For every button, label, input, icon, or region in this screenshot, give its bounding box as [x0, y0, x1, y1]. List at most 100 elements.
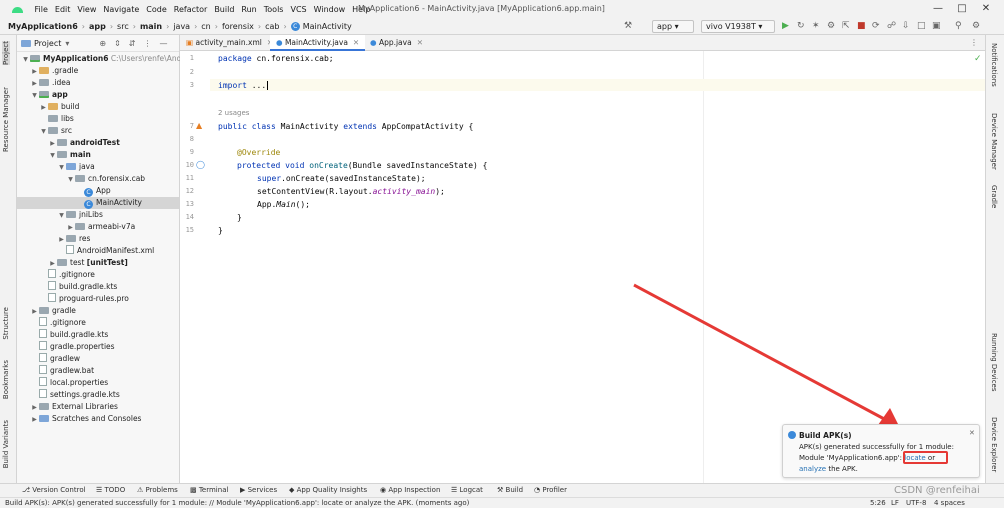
breadcrumb-item[interactable]: app	[89, 22, 106, 31]
tree-item[interactable]: gradlew	[17, 353, 179, 365]
chevron-down-icon[interactable]: ▾	[65, 39, 69, 48]
close-tab-icon[interactable]: ✕	[417, 38, 423, 47]
sync-icon[interactable]: ⟳	[872, 21, 880, 32]
usages-hint[interactable]: 2 usages	[218, 109, 249, 117]
tree-item-root[interactable]: ▼ MyApplication6 C:\Users\renfe\Andro	[17, 53, 189, 65]
breadcrumb-item[interactable]: cn	[201, 22, 210, 31]
tree-item-selected[interactable]: C MainActivity	[17, 197, 179, 209]
analyze-link[interactable]: analyze	[799, 465, 826, 473]
breadcrumb-item[interactable]: src	[117, 22, 129, 31]
debug-icon[interactable]: ✶	[812, 21, 820, 32]
menu-view[interactable]: View	[74, 5, 100, 14]
minimize-button[interactable]: —	[928, 2, 948, 16]
inspection-ok-icon[interactable]: ✓	[974, 54, 982, 64]
tool-app-quality-insights[interactable]: ◆ App Quality Insights	[289, 486, 367, 494]
project-view-dropdown[interactable]: Project	[34, 39, 61, 48]
breadcrumb-item[interactable]: main	[140, 22, 162, 31]
collapse-all-icon[interactable]: ⇵	[129, 39, 136, 48]
menu-edit[interactable]: Edit	[51, 5, 74, 14]
override-marker-icon[interactable]: ◯	[196, 160, 205, 169]
device-manager-icon[interactable]: ☍	[887, 21, 896, 32]
tool-tab-running-devices[interactable]: Running Devices	[990, 333, 998, 392]
tree-item[interactable]: settings.gradle.kts	[17, 389, 179, 401]
tool-tab-bookmarks[interactable]: Bookmarks	[2, 360, 10, 399]
tool-tab-project[interactable]: Project	[2, 41, 10, 65]
tree-item[interactable]: ▶ Scratches and Consoles	[17, 413, 179, 425]
tool-tab-build-variants[interactable]: Build Variants	[2, 420, 10, 468]
tool-todo[interactable]: ☰ TODO	[96, 486, 125, 494]
hammer-icon[interactable]: ⚒	[624, 21, 632, 32]
tree-item[interactable]: ▼ java	[17, 161, 179, 173]
android-run-icon[interactable]: ▲	[196, 121, 202, 130]
expand-all-icon[interactable]: ⇕	[114, 39, 121, 48]
more-tabs-icon[interactable]: ⋮	[970, 38, 978, 47]
options-icon[interactable]: ⋮	[144, 39, 152, 48]
profile-icon[interactable]: ⚙	[827, 21, 835, 32]
menu-vcs[interactable]: VCS	[287, 5, 310, 14]
tool-services[interactable]: ▶ Services	[240, 486, 277, 494]
tool-tab-gradle[interactable]: Gradle	[990, 185, 998, 208]
menu-tools[interactable]: Tools	[260, 5, 287, 14]
tree-item[interactable]: ▶ External Libraries	[17, 401, 179, 413]
file-encoding[interactable]: UTF-8	[906, 499, 926, 507]
tree-item[interactable]: ▼ jniLibs	[17, 209, 179, 221]
tool-tab-resource-manager[interactable]: Resource Manager	[2, 87, 10, 152]
rerun-icon[interactable]: ↻	[797, 21, 805, 32]
locate-file-icon[interactable]: ⊕	[99, 39, 106, 48]
line-separator[interactable]: LF	[891, 499, 899, 507]
tool-tab-device-explorer[interactable]: Device Explorer	[990, 417, 998, 472]
tree-item[interactable]: build.gradle.kts	[17, 329, 179, 341]
menu-build[interactable]: Build	[211, 5, 238, 14]
menu-window[interactable]: Window	[310, 5, 349, 14]
tree-item[interactable]: build.gradle.kts	[17, 281, 179, 293]
tree-item[interactable]: ▼ src	[17, 125, 179, 137]
menu-code[interactable]: Code	[143, 5, 170, 14]
search-icon[interactable]: ⚲	[955, 21, 962, 32]
tree-item[interactable]: ▶ androidTest	[17, 137, 179, 149]
tree-item[interactable]: libs	[17, 113, 179, 125]
tree-item[interactable]: proguard-rules.pro	[17, 293, 179, 305]
settings-gear-icon[interactable]: ⚙	[972, 21, 980, 32]
close-tab-icon[interactable]: ✕	[353, 38, 359, 47]
attach-debugger-icon[interactable]: ⇱	[842, 21, 850, 32]
tab-app-java[interactable]: ● App.java ✕	[364, 35, 429, 51]
tool-tab-notifications[interactable]: Notifications	[990, 43, 998, 87]
close-window-button[interactable]: ✕	[976, 2, 996, 16]
tree-item[interactable]: local.properties	[17, 377, 179, 389]
device-dropdown[interactable]: vivo V1938T ▾	[701, 20, 775, 33]
tab-main-activity-java[interactable]: ● MainActivity.java ✕	[270, 35, 366, 51]
layout-inspector-icon[interactable]: ▣	[932, 21, 941, 32]
tool-tab-device-manager[interactable]: Device Manager	[990, 113, 998, 170]
tree-item[interactable]: ▶ .idea	[17, 77, 179, 89]
breadcrumb-item[interactable]: forensix	[222, 22, 254, 31]
tree-item[interactable]: .gitignore	[17, 317, 179, 329]
tool-profiler[interactable]: ◔ Profiler	[534, 486, 567, 494]
breadcrumb-item[interactable]: cab	[265, 22, 279, 31]
tree-item[interactable]: gradlew.bat	[17, 365, 179, 377]
tree-item[interactable]: AndroidManifest.xml	[17, 245, 179, 257]
menu-refactor[interactable]: Refactor	[170, 5, 211, 14]
stop-icon[interactable]: ■	[857, 21, 866, 32]
run-icon[interactable]: ▶	[782, 21, 789, 32]
tree-item[interactable]: ▶ gradle	[17, 305, 179, 317]
hide-panel-icon[interactable]: —	[160, 39, 168, 48]
maximize-button[interactable]: □	[952, 2, 972, 16]
menu-file[interactable]: File	[31, 5, 51, 14]
tab-activity-main-xml[interactable]: ▣ activity_main.xml✕	[180, 35, 279, 51]
tool-terminal[interactable]: ▩ Terminal	[190, 486, 228, 494]
tool-build[interactable]: ⚒ Build	[497, 486, 523, 494]
sdk-manager-icon[interactable]: ⇩	[902, 21, 910, 32]
avd-icon[interactable]: □	[917, 21, 926, 32]
notification-close-icon[interactable]: ✕	[969, 429, 975, 437]
tree-item[interactable]: ▶ armeabi-v7a	[17, 221, 179, 233]
tree-item[interactable]: .gitignore	[17, 269, 179, 281]
tree-item[interactable]: C App	[17, 185, 179, 197]
status-message[interactable]: Build APK(s): APK(s) generated successfu…	[5, 499, 469, 507]
breadcrumb-item[interactable]: java	[173, 22, 190, 31]
tool-app-inspection[interactable]: ◉ App Inspection	[380, 486, 440, 494]
tool-problems[interactable]: ⚠ Problems	[137, 486, 178, 494]
tree-item[interactable]: ▶ .gradle	[17, 65, 179, 77]
breadcrumb-item[interactable]: MainActivity	[303, 22, 352, 31]
tree-item[interactable]: ▼ main	[17, 149, 179, 161]
indent-setting[interactable]: 4 spaces	[934, 499, 965, 507]
